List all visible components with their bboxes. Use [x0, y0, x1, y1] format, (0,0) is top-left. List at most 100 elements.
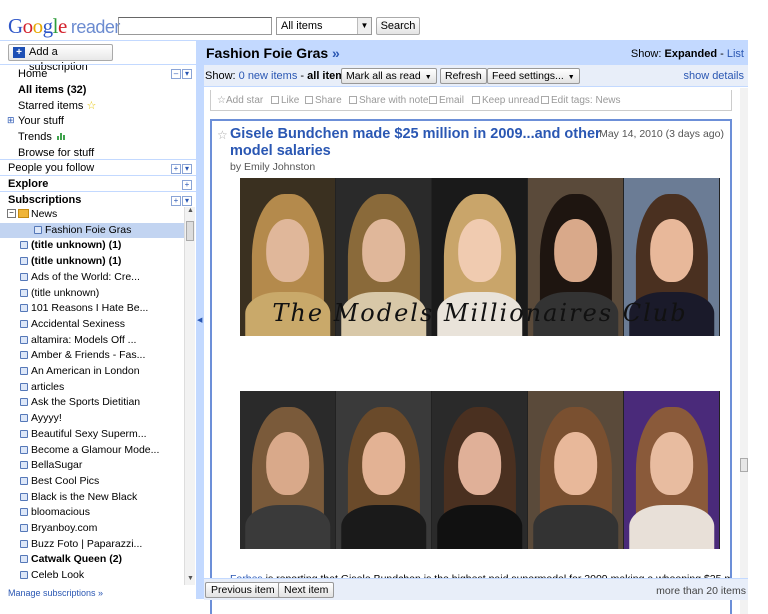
checkbox-icon: [472, 96, 480, 104]
people-you-follow[interactable]: People you follow: [8, 162, 94, 174]
plus-icon[interactable]: +: [171, 196, 181, 206]
entry-photo-row-bottom: [240, 391, 720, 549]
new-items-link[interactable]: 0 new items: [239, 70, 298, 82]
subscription-label: Ayyyy!: [31, 412, 62, 425]
subscription-item[interactable]: Best Cool Pics: [0, 474, 184, 490]
google-reader-logo[interactable]: Google reader: [8, 14, 120, 39]
mark-all-read-button[interactable]: Mark all as read ▼: [341, 68, 437, 84]
nav-your-stuff[interactable]: Your stuff: [18, 115, 64, 127]
add-subscription-button[interactable]: + Add a subscription: [8, 44, 113, 73]
star-icon[interactable]: ☆: [217, 128, 228, 142]
feed-icon: [20, 257, 28, 266]
subscription-item[interactable]: altamira: Models Off ...: [0, 333, 184, 349]
previous-item-button[interactable]: Previous item: [205, 582, 281, 598]
subscription-item[interactable]: articles: [0, 380, 184, 396]
item-count: more than 20 items: [656, 585, 746, 597]
subscription-item[interactable]: An American in London: [0, 364, 184, 380]
scroll-up-icon[interactable]: ▲: [185, 207, 196, 217]
nav-starred-items[interactable]: Starred items ☆: [18, 99, 96, 112]
email-action[interactable]: Email: [429, 95, 464, 106]
scroll-thumb[interactable]: [740, 458, 748, 472]
tag-icon: [541, 96, 549, 104]
subscription-item[interactable]: Ayyyy!: [0, 411, 184, 427]
expand-plus-icon[interactable]: ⊞: [7, 115, 15, 126]
subscription-label: Bryanboy.com: [31, 522, 98, 534]
plus-icon[interactable]: +: [171, 164, 181, 174]
search-button[interactable]: Search: [376, 17, 420, 35]
subscriptions-scrollbar[interactable]: ▲ ▼: [184, 207, 195, 585]
show-filter-separator: -: [300, 70, 305, 82]
subscription-label: Ads of the World: Cre...: [31, 270, 140, 283]
view-list-link[interactable]: List: [727, 48, 744, 60]
refresh-button[interactable]: Refresh: [440, 68, 487, 84]
nav-section-controls: – ▾: [170, 67, 192, 79]
add-star-action[interactable]: ☆Add star: [217, 95, 263, 106]
entry-card[interactable]: ☆ Gisele Bundchen made $25 million in 20…: [210, 119, 732, 614]
feed-icon: [20, 539, 28, 548]
subscription-item[interactable]: Ads of the World: Cre...: [0, 270, 184, 286]
scroll-thumb[interactable]: [186, 221, 194, 241]
nav-collapse-bar[interactable]: ◀: [196, 41, 204, 599]
feed-settings-label: Feed settings...: [492, 70, 564, 82]
nav-trends[interactable]: Trends: [18, 131, 67, 143]
subscriptions-heading[interactable]: Subscriptions: [8, 194, 81, 206]
subscription-item[interactable]: Bryanboy.com: [0, 521, 184, 537]
expand-icon[interactable]: ▾: [182, 69, 192, 79]
model-photo: [432, 391, 528, 549]
star-icon: ☆: [217, 95, 226, 106]
view-expanded[interactable]: Expanded: [665, 48, 718, 60]
keep-unread-action[interactable]: Keep unread: [472, 95, 539, 106]
share-with-note-action[interactable]: Share with note: [349, 95, 429, 106]
like-action[interactable]: Like: [271, 95, 299, 106]
feed-icon: [20, 288, 28, 297]
nav-all-items[interactable]: All items (32): [18, 84, 86, 96]
feed-icon: [20, 429, 28, 438]
subscription-item[interactable]: bloomacious: [0, 505, 184, 521]
subscription-item[interactable]: Catwalk Queen (2): [0, 552, 184, 568]
subscription-item[interactable]: Fashion Foie Gras: [0, 222, 184, 239]
collapse-icon[interactable]: −: [7, 209, 16, 218]
subscription-item[interactable]: Beautiful Sexy Superm...: [0, 427, 184, 443]
scroll-down-icon[interactable]: ▼: [185, 575, 196, 585]
subscription-item[interactable]: Black is the New Black: [0, 490, 184, 506]
subscription-item[interactable]: BellaSugar: [0, 458, 184, 474]
feed-icon: [20, 367, 28, 375]
subscription-item[interactable]: Amber & Friends - Fas...: [0, 348, 184, 364]
nav-home[interactable]: Home: [18, 68, 47, 80]
subscription-item[interactable]: (title unknown) (1): [0, 254, 184, 270]
next-item-button[interactable]: Next item: [278, 582, 335, 598]
subscriptions-section: Subscriptions + ▾: [0, 191, 196, 207]
subscription-folder[interactable]: − News: [0, 207, 184, 223]
subscription-item[interactable]: Ask the Sports Dietitian: [0, 395, 184, 411]
chevron-down-icon: ▼: [424, 74, 432, 81]
subscription-item[interactable]: (title unknown): [0, 286, 184, 302]
expand-icon[interactable]: ▾: [182, 164, 192, 174]
star-icon: ☆: [86, 100, 97, 112]
expand-icon[interactable]: ▾: [182, 196, 192, 206]
edit-tags-action[interactable]: Edit tags: News: [541, 95, 621, 106]
subscription-item[interactable]: Become a Glamour Mode...: [0, 443, 184, 459]
entries-scrollbar[interactable]: [740, 88, 748, 614]
manage-subscriptions-link[interactable]: Manage subscriptions »: [8, 588, 103, 598]
plus-icon[interactable]: +: [182, 180, 192, 190]
feed-title-arrow[interactable]: »: [332, 45, 340, 61]
explore-heading[interactable]: Explore: [8, 178, 48, 190]
subscription-item[interactable]: Accidental Sexiness: [0, 317, 184, 333]
subscription-item[interactable]: Celeb Look: [0, 568, 184, 584]
note-icon: [349, 96, 357, 104]
collapse-icon[interactable]: –: [171, 69, 181, 79]
show-filter-label: Show:: [205, 70, 236, 82]
nav-browse[interactable]: Browse for stuff: [18, 147, 94, 159]
feed-settings-button[interactable]: Feed settings... ▼: [487, 68, 580, 84]
show-details-link[interactable]: show details: [683, 70, 744, 82]
subscription-item[interactable]: (title unknown) (1): [0, 238, 184, 254]
search-input[interactable]: [118, 17, 272, 35]
subscription-item[interactable]: Buzz Foto | Paparazzi...: [0, 537, 184, 553]
feed-title[interactable]: Fashion Foie Gras »: [206, 45, 340, 61]
subscription-label: News: [31, 208, 58, 220]
share-action[interactable]: Share: [305, 95, 342, 106]
search-scope-select[interactable]: All items ▼: [276, 17, 372, 35]
subscription-item[interactable]: 101 Reasons I Hate Be...: [0, 301, 184, 317]
subscription-label: An American in London: [31, 365, 140, 377]
entry-title[interactable]: Gisele Bundchen made $25 million in 2009…: [230, 126, 610, 160]
